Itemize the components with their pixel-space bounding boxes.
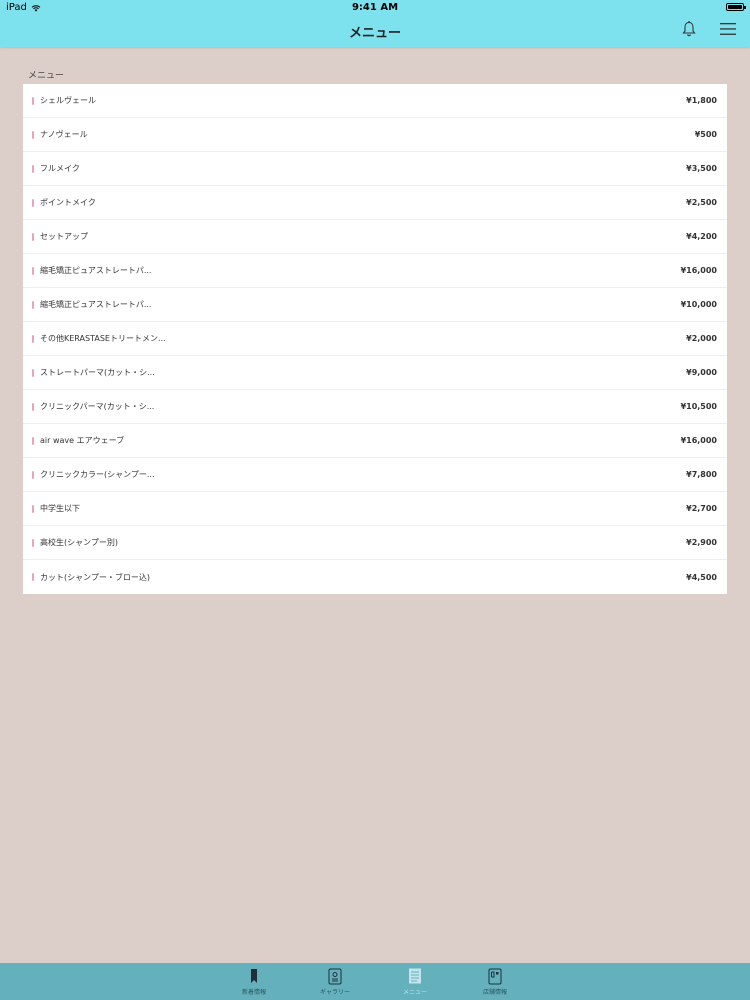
tab-shop-info[interactable]: 店舗情報: [465, 967, 525, 996]
row-marker: [32, 470, 34, 479]
menu-item[interactable]: その他KERASTASEトリートメン... ¥2,000: [23, 322, 727, 356]
row-marker: [32, 504, 34, 513]
row-marker: [32, 164, 34, 173]
menu-item[interactable]: クリニックパーマ(カット・シ... ¥10,500: [23, 390, 727, 424]
hamburger-icon[interactable]: [720, 22, 736, 36]
menu-item-price: ¥3,500: [686, 164, 717, 173]
menu-item[interactable]: ストレートパーマ(カット・シ... ¥9,000: [23, 356, 727, 390]
menu-item-price: ¥2,000: [686, 334, 717, 343]
menu-item-name: クリニックパーマ(カット・シ...: [40, 402, 155, 411]
battery-icon: [726, 3, 746, 11]
menu-item-price: ¥16,000: [680, 436, 717, 445]
menu-item-price: ¥10,500: [680, 402, 717, 411]
tab-label: メニュー: [402, 989, 427, 996]
row-marker: [32, 266, 34, 275]
menu-item-name: ポイントメイク: [40, 198, 96, 207]
battery-fill: [728, 5, 742, 9]
menu-item[interactable]: クリニックカラー(シャンプー... ¥7,800: [23, 458, 727, 492]
row-marker: [32, 436, 34, 445]
menu-item-price: ¥4,500: [686, 572, 717, 582]
menu-item-price: ¥9,000: [686, 368, 717, 377]
menu-item-name: 中学生以下: [40, 504, 80, 513]
tab-label: ギャラリー: [319, 989, 350, 996]
menu-item-name: シェルヴェール: [40, 96, 96, 105]
menu-item-name: ナノヴェール: [40, 130, 88, 139]
tab-menu[interactable]: メニュー: [385, 967, 445, 996]
menu-item[interactable]: カット(シャンプー・ブロー込) ¥4,500: [23, 560, 727, 594]
menu-item-price: ¥10,000: [680, 300, 717, 309]
menu-item-name: フルメイク: [40, 164, 80, 173]
row-marker: [32, 334, 34, 343]
tab-news[interactable]: 新着情報: [224, 967, 284, 996]
tab-bar: 新着情報 ギャラリー メニュー 店舗情報: [0, 963, 750, 1000]
row-marker: [32, 573, 34, 581]
menu-item[interactable]: 中学生以下 ¥2,700: [23, 492, 727, 526]
menu-item[interactable]: 縮毛矯正ピュアストレートパ... ¥10,000: [23, 288, 727, 322]
row-marker: [32, 232, 34, 241]
menu-item[interactable]: 縮毛矯正ピュアストレートパ... ¥16,000: [23, 254, 727, 288]
menu-item-price: ¥7,800: [686, 470, 717, 479]
row-marker: [32, 538, 34, 547]
menu-item-price: ¥2,500: [686, 198, 717, 207]
page-title: メニュー: [348, 26, 401, 41]
menu-item-name: 高校生(シャンプー別): [40, 538, 119, 547]
menu-item-name: その他KERASTASEトリートメン...: [40, 334, 166, 343]
row-marker: [32, 130, 34, 139]
row-marker: [32, 402, 34, 411]
menu-item[interactable]: ポイントメイク ¥2,500: [23, 186, 727, 220]
menu-item-name: セットアップ: [40, 232, 88, 241]
menu-item-name: 縮毛矯正ピュアストレートパ...: [40, 300, 152, 309]
menu-item[interactable]: 高校生(シャンプー別) ¥2,900: [23, 526, 727, 560]
bell-icon[interactable]: [680, 20, 698, 38]
row-marker: [32, 96, 34, 105]
menu-item[interactable]: シェルヴェール ¥1,800: [23, 84, 727, 118]
top-bar: iPad 9:41 AM メニュー: [0, 0, 750, 47]
menu-item-name: 縮毛矯正ピュアストレートパ...: [40, 266, 152, 275]
tab-gallery[interactable]: ギャラリー: [305, 967, 365, 996]
menu-item-name: カット(シャンプー・ブロー込): [40, 572, 151, 582]
menu-item[interactable]: ナノヴェール ¥500: [23, 118, 727, 152]
menu-item-name: クリニックカラー(シャンプー...: [40, 470, 155, 479]
menu-item[interactable]: セットアップ ¥4,200: [23, 220, 727, 254]
tab-label: 新着情報: [241, 989, 266, 996]
row-marker: [32, 368, 34, 377]
tab-label: 店舗情報: [482, 989, 507, 996]
menu-item-name: air wave エアウェーブ: [40, 436, 125, 445]
section-title: メニュー: [28, 71, 65, 81]
row-marker: [32, 300, 34, 309]
shop-info-icon: [488, 968, 502, 985]
menu-item-price: ¥4,200: [686, 232, 717, 241]
document-icon: [409, 968, 421, 984]
menu-item-price: ¥2,900: [686, 538, 717, 547]
menu-item[interactable]: air wave エアウェーブ ¥16,000: [23, 424, 727, 458]
menu-list: シェルヴェール ¥1,800 ナノヴェール ¥500 フルメイク ¥3,500 …: [23, 84, 727, 594]
menu-item-name: ストレートパーマ(カット・シ...: [40, 368, 155, 377]
gallery-icon: [328, 968, 342, 985]
bookmark-icon: [251, 969, 257, 983]
menu-item[interactable]: フルメイク ¥3,500: [23, 152, 727, 186]
menu-item-price: ¥16,000: [680, 266, 717, 275]
menu-item-price: ¥2,700: [686, 504, 717, 513]
menu-item-price: ¥500: [694, 130, 717, 139]
row-marker: [32, 198, 34, 207]
menu-item-price: ¥1,800: [686, 96, 717, 105]
status-time: 9:41 AM: [351, 2, 399, 13]
